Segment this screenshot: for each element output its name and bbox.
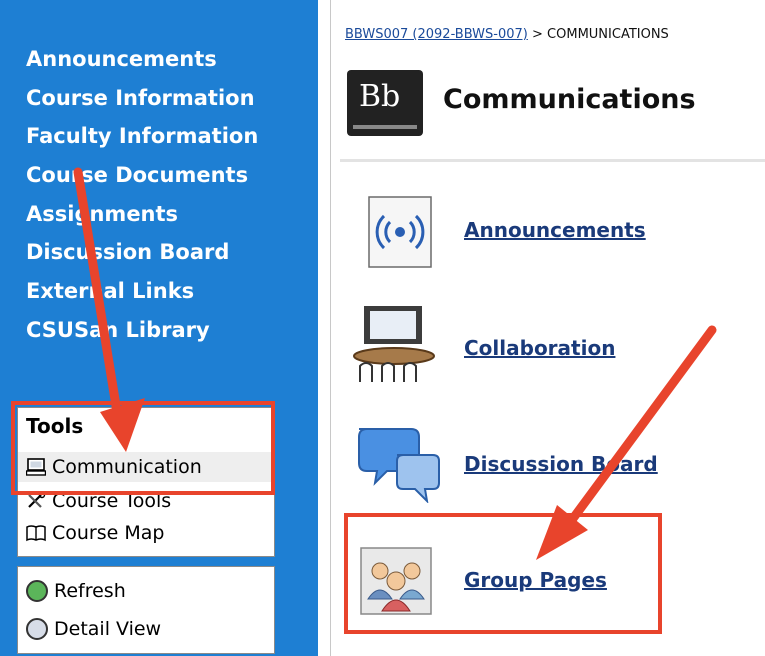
arrow-to-communication <box>73 167 123 423</box>
arrowhead-communication <box>100 398 145 452</box>
annotation-arrows <box>73 167 717 560</box>
arrow-to-group-pages <box>561 325 717 533</box>
